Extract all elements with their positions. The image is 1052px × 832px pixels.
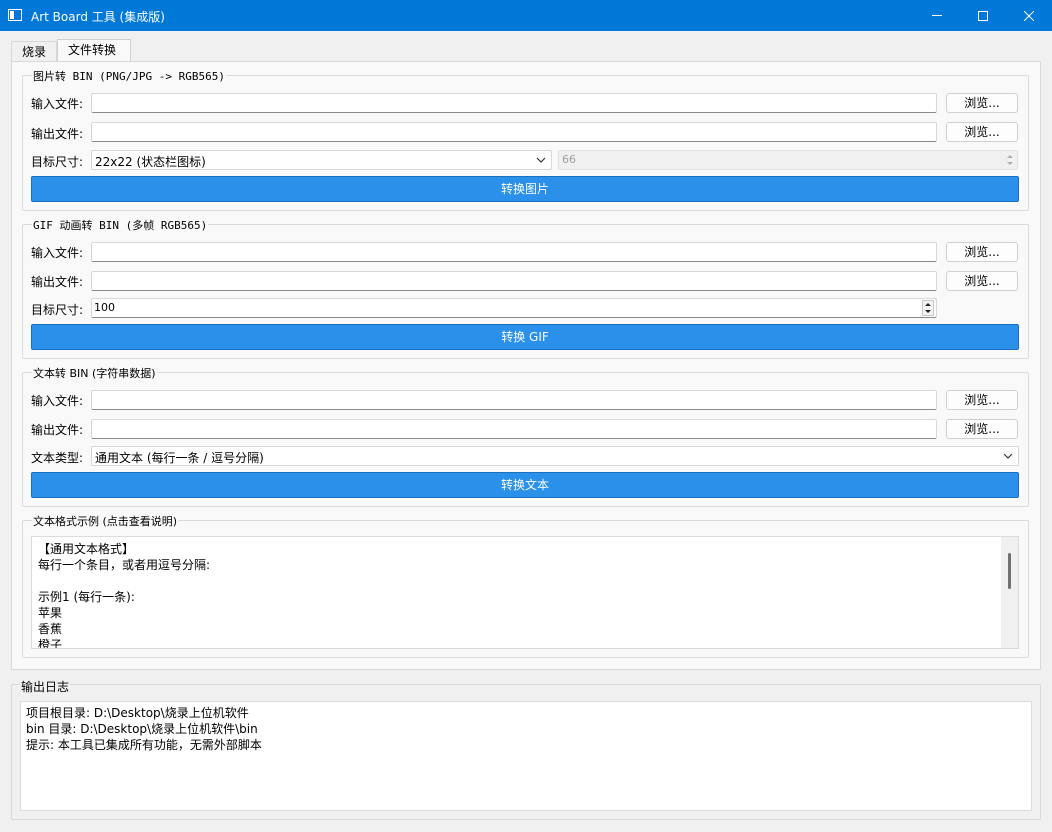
tab-burn[interactable]: 烧录	[11, 41, 57, 61]
text-example-area[interactable]: 【通用文本格式】 每行一个条目，或者用逗号分隔: 示例1 (每行一条): 苹果 …	[31, 536, 1019, 649]
text-type-select[interactable]: 通用文本 (每行一条 / 逗号分隔)	[91, 446, 1019, 466]
scrollbar-thumb[interactable]	[1008, 553, 1011, 589]
gif-input-browse-button[interactable]: 浏览...	[946, 242, 1018, 262]
text-output-field[interactable]	[91, 419, 937, 439]
example-group-title: 文本格式示例 (点击查看说明)	[32, 513, 179, 529]
example-line: 每行一个条目，或者用逗号分隔:	[38, 558, 211, 572]
image-input-label: 输入文件:	[31, 97, 84, 111]
text-output-label: 输出文件:	[31, 423, 84, 437]
image-output-label: 输出文件:	[31, 127, 84, 141]
example-line: 示例1 (每行一条):	[38, 590, 135, 604]
text-input-field[interactable]	[91, 390, 937, 410]
image-size-selected: 22x22 (状态栏图标)	[95, 155, 206, 169]
minimize-icon	[932, 15, 942, 16]
image-group-title: 图片转 BIN (PNG/JPG -> RGB565)	[32, 68, 226, 84]
maximize-button[interactable]	[960, 0, 1006, 31]
spin-arrows-icon[interactable]	[922, 300, 934, 316]
gif-size-spinbox[interactable]: 100	[91, 298, 937, 318]
close-button[interactable]	[1006, 0, 1052, 31]
app-icon	[8, 9, 22, 21]
gif-output-browse-button[interactable]: 浏览...	[946, 271, 1018, 291]
window-title: Art Board 工具 (集成版)	[31, 10, 165, 24]
log-line: 项目根目录: D:\Desktop\烧录上位机软件	[26, 706, 249, 720]
convert-text-button[interactable]: 转换文本	[31, 472, 1019, 498]
tab-file-convert[interactable]: 文件转换	[57, 39, 131, 61]
text-input-browse-button[interactable]: 浏览...	[946, 390, 1018, 410]
text-output-browse-button[interactable]: 浏览...	[946, 419, 1018, 439]
text-group-title: 文本转 BIN (字符串数据)	[32, 365, 157, 381]
convert-gif-button[interactable]: 转换 GIF	[31, 324, 1019, 350]
gif-output-label: 输出文件:	[31, 275, 84, 289]
chevron-down-icon	[536, 157, 546, 163]
example-line: 【通用文本格式】	[38, 542, 135, 556]
log-line: 提示: 本工具已集成所有功能，无需外部脚本	[26, 738, 262, 752]
text-input-label: 输入文件:	[31, 394, 84, 408]
image-custom-size-spinbox: 66	[558, 150, 1018, 170]
example-line: 香蕉	[38, 622, 63, 636]
title-bar: Art Board 工具 (集成版)	[0, 0, 1052, 31]
maximize-icon	[978, 10, 988, 21]
gif-group-title: GIF 动画转 BIN (多帧 RGB565)	[32, 217, 209, 233]
minimize-button[interactable]	[914, 0, 960, 31]
gif-input-label: 输入文件:	[31, 246, 84, 260]
image-input-browse-button[interactable]: 浏览...	[946, 93, 1018, 113]
spin-arrows-icon	[1007, 155, 1013, 165]
example-line: 橙子	[38, 638, 63, 649]
close-icon	[1024, 10, 1034, 21]
chevron-down-icon	[1003, 453, 1013, 459]
text-type-label: 文本类型:	[31, 451, 84, 465]
image-output-field[interactable]	[91, 122, 937, 142]
convert-image-button[interactable]: 转换图片	[31, 176, 1019, 202]
example-line: 苹果	[38, 606, 63, 620]
image-input-field[interactable]	[91, 93, 937, 113]
log-group-title: 输出日志	[20, 678, 71, 695]
example-scrollbar[interactable]	[1001, 537, 1018, 648]
example-line	[38, 573, 1012, 589]
gif-size-value: 100	[94, 301, 115, 314]
image-size-select[interactable]: 22x22 (状态栏图标)	[91, 150, 552, 170]
gif-input-field[interactable]	[91, 242, 937, 262]
gif-size-label: 目标尺寸:	[31, 303, 84, 317]
image-size-label: 目标尺寸:	[31, 155, 84, 169]
image-output-browse-button[interactable]: 浏览...	[946, 122, 1018, 142]
text-type-selected: 通用文本 (每行一条 / 逗号分隔)	[95, 451, 264, 465]
log-line: bin 目录: D:\Desktop\烧录上位机软件\bin	[26, 722, 258, 736]
image-custom-size-value: 66	[562, 153, 576, 166]
output-log[interactable]: 项目根目录: D:\Desktop\烧录上位机软件 bin 目录: D:\Des…	[20, 701, 1032, 811]
gif-output-field[interactable]	[91, 271, 937, 291]
